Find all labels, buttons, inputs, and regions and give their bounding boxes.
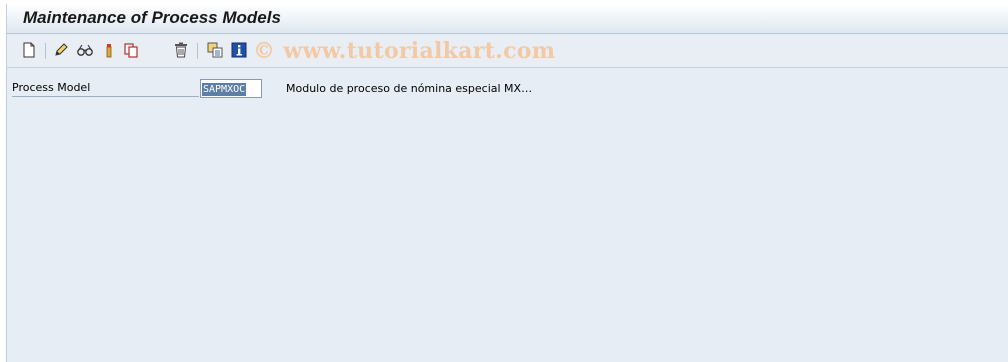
display-button[interactable] — [75, 41, 95, 61]
toolbar-separator — [45, 43, 46, 59]
create-button[interactable] — [19, 41, 39, 61]
information-button[interactable] — [229, 41, 249, 61]
process-model-input[interactable]: SAPMXOC — [200, 79, 262, 98]
title-bar: Maintenance of Process Models — [7, 4, 1008, 34]
change-pencil-icon — [53, 42, 69, 61]
delete-trash-icon — [174, 42, 188, 61]
delete-button[interactable] — [171, 41, 191, 61]
watermark-text: © www.tutorialkart.com — [253, 38, 556, 64]
process-model-value: SAPMXOC — [202, 83, 247, 96]
copy-button[interactable] — [121, 41, 141, 61]
page-title: Maintenance of Process Models — [23, 8, 281, 27]
change-button[interactable] — [51, 41, 71, 61]
other-object-button[interactable] — [205, 41, 225, 61]
display-glasses-icon — [76, 43, 94, 60]
app-frame: Maintenance of Process Models © www.tuto… — [6, 4, 1008, 362]
process-model-label: Process Model — [12, 80, 199, 97]
process-model-description: Modulo de proceso de nómina especial MX… — [286, 82, 533, 95]
toolbar-separator — [197, 43, 198, 59]
other-object-icon — [207, 42, 223, 61]
create-icon — [22, 42, 36, 61]
copy-icon — [123, 42, 139, 61]
where-used-button[interactable] — [99, 41, 119, 61]
information-icon — [231, 42, 247, 61]
where-used-icon — [105, 42, 113, 61]
